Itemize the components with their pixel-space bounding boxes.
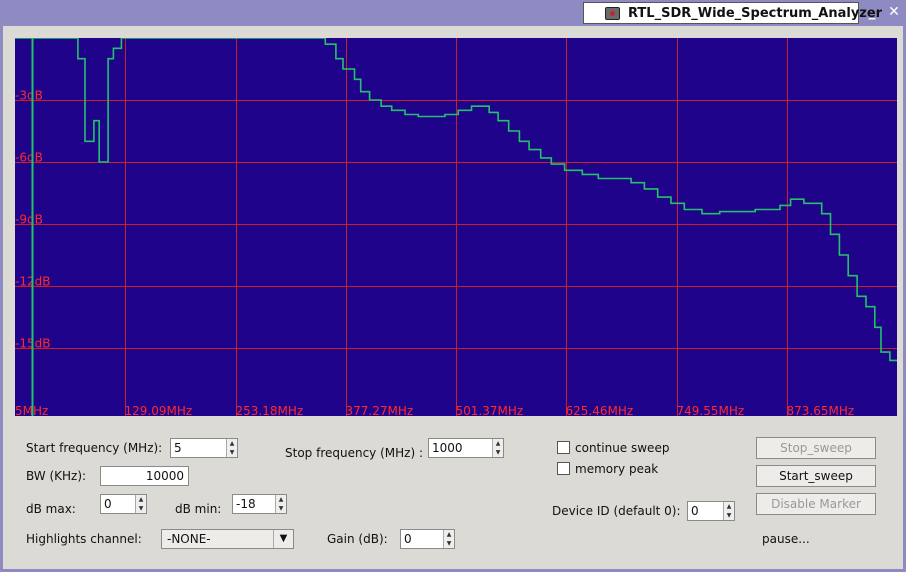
disable-marker-button[interactable]: Disable Marker (756, 493, 876, 515)
gain-label: Gain (dB): (327, 532, 388, 546)
stop-frequency-label: Stop frequency (MHz) : (285, 446, 423, 460)
bw-label: BW (KHz): (26, 469, 87, 483)
device-id-label: Device ID (default 0): (552, 504, 681, 518)
spectrum-canvas: -3dB-6dB-9dB-12dB-15dB5MHz129.09MHz253.1… (15, 38, 897, 416)
stop-sweep-button[interactable]: Stop_sweep (756, 437, 876, 459)
bw-value: 10000 (145, 469, 184, 483)
db-max-spin-arrows[interactable]: ▲ ▼ (135, 495, 146, 513)
app-icon (605, 7, 620, 20)
start-frequency-spin-arrows[interactable]: ▲ ▼ (226, 439, 237, 457)
x-tick-label: 501.37MHz (456, 404, 524, 416)
stop-frequency-value: 1000 (432, 441, 463, 455)
status-text: pause... (762, 532, 810, 546)
db-max-value: 0 (104, 497, 112, 511)
highlights-channel-dropdown[interactable]: -NONE- ▼ (161, 529, 294, 549)
close-button[interactable]: ✕ (885, 3, 903, 21)
gain-spinbox[interactable]: 0 ▲ ▼ (400, 529, 455, 549)
spectrum-plot[interactable]: -3dB-6dB-9dB-12dB-15dB5MHz129.09MHz253.1… (15, 38, 897, 416)
title-bar[interactable]: RTL_SDR_Wide_Spectrum_Analyzer _ ✕ (3, 0, 903, 26)
memory-peak-label: memory peak (575, 462, 659, 476)
stop-frequency-spinbox[interactable]: 1000 ▲ ▼ (428, 438, 504, 458)
db-min-label: dB min: (175, 502, 222, 516)
db-min-value: -18 (236, 497, 256, 511)
start-frequency-label: Start frequency (MHz): (26, 441, 163, 455)
gain-value: 0 (404, 532, 412, 546)
x-tick-label: 749.55MHz (677, 404, 745, 416)
app-window: RTL_SDR_Wide_Spectrum_Analyzer _ ✕ -3dB -… (0, 0, 906, 572)
minimize-button[interactable]: _ (863, 3, 881, 21)
y-tick-label: -3dB (15, 89, 43, 103)
window-title: RTL_SDR_Wide_Spectrum_Analyzer (628, 6, 883, 21)
chevron-down-icon[interactable]: ▼ (273, 530, 293, 548)
x-tick-label: 129.09MHz (125, 404, 193, 416)
bw-input[interactable]: 10000 (100, 466, 189, 486)
window-title-tab[interactable]: RTL_SDR_Wide_Spectrum_Analyzer (583, 2, 882, 24)
start-frequency-value: 5 (174, 441, 182, 455)
x-tick-label: 873.65MHz (787, 404, 855, 416)
device-id-spin-arrows[interactable]: ▲ ▼ (723, 502, 734, 520)
device-id-spinbox[interactable]: 0 ▲ ▼ (687, 501, 735, 521)
continue-sweep-label: continue sweep (575, 441, 670, 455)
memory-peak-checkbox[interactable] (557, 462, 570, 475)
y-tick-label: -6dB (15, 151, 43, 165)
gain-spin-arrows[interactable]: ▲ ▼ (443, 530, 454, 548)
x-tick-label: 377.27MHz (346, 404, 414, 416)
start-frequency-spinbox[interactable]: 5 ▲ ▼ (170, 438, 238, 458)
db-max-spinbox[interactable]: 0 ▲ ▼ (100, 494, 147, 514)
x-tick-label: 625.46MHz (566, 404, 634, 416)
continue-sweep-checkbox[interactable] (557, 441, 570, 454)
stop-frequency-spin-arrows[interactable]: ▲ ▼ (492, 439, 503, 457)
y-tick-label: -9dB (15, 213, 43, 227)
db-min-spinbox[interactable]: -18 ▲ ▼ (232, 494, 287, 514)
x-tick-label: 253.18MHz (236, 404, 304, 416)
db-min-spin-arrows[interactable]: ▲ ▼ (275, 495, 286, 513)
db-max-label: dB max: (26, 502, 76, 516)
start-sweep-button[interactable]: Start_sweep (756, 465, 876, 487)
highlights-channel-label: Highlights channel: (26, 532, 142, 546)
device-id-value: 0 (691, 504, 699, 518)
highlights-channel-value: -NONE- (167, 532, 211, 546)
